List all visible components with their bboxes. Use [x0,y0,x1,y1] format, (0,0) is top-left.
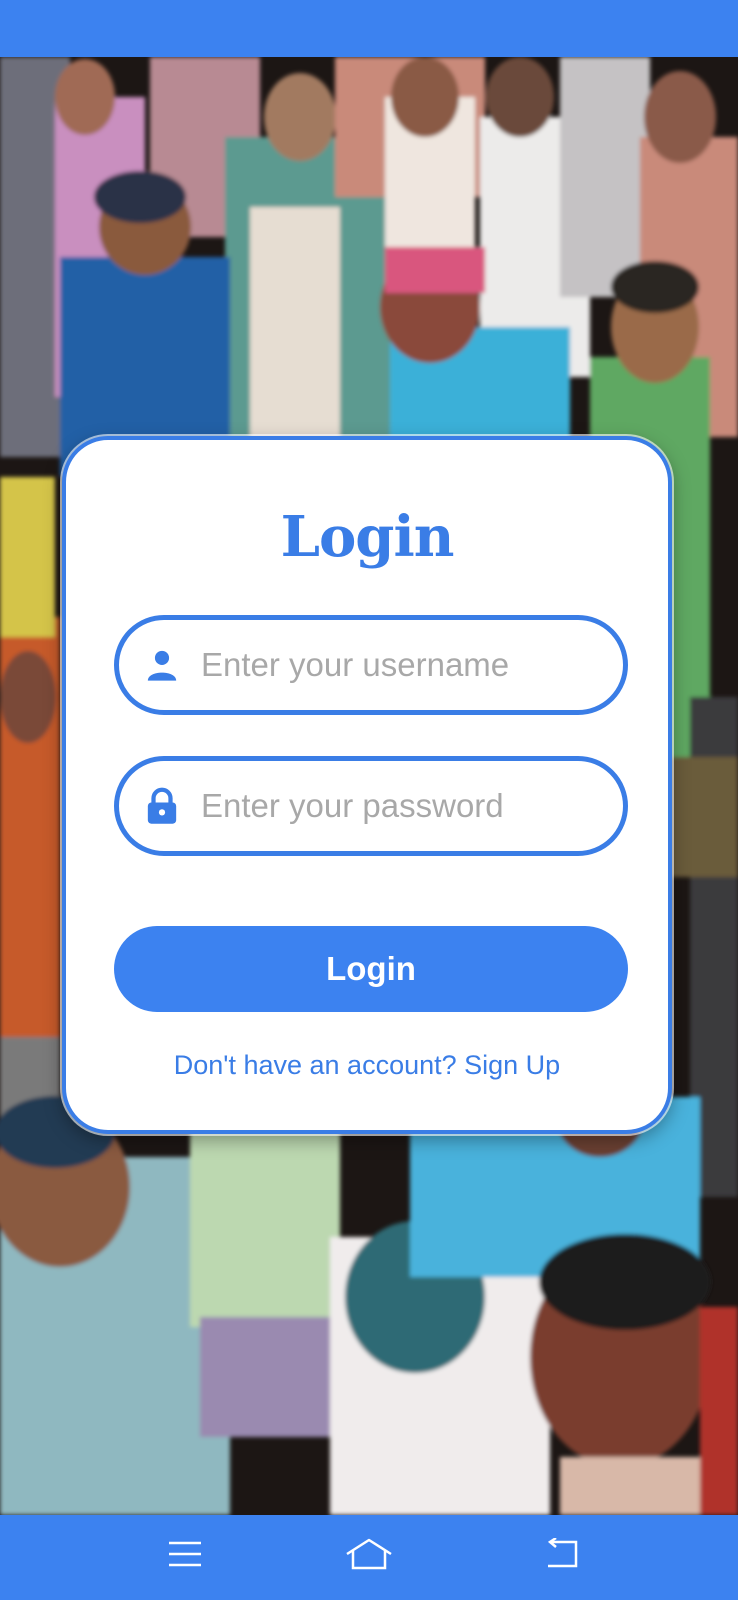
password-field[interactable] [114,756,628,856]
login-card: Login Login Don't have an account? [62,436,672,1134]
username-field[interactable] [114,615,628,715]
home-button[interactable] [339,1531,399,1581]
password-input[interactable] [201,787,601,825]
login-title: Login [280,504,455,570]
login-button[interactable]: Login [114,926,628,1012]
home-icon [344,1537,394,1576]
app-screen: Login Login Don't have an account? [0,0,738,1600]
navigation-bar [0,1515,738,1600]
username-input[interactable] [201,646,601,684]
status-bar [0,0,738,57]
person-icon [143,646,181,684]
back-icon [542,1536,582,1575]
lock-icon [143,787,181,825]
back-button[interactable] [532,1531,592,1581]
menu-button[interactable] [155,1531,215,1581]
menu-icon [167,1539,203,1574]
signup-link[interactable]: Don't have an account? Sign Up [66,1050,668,1081]
